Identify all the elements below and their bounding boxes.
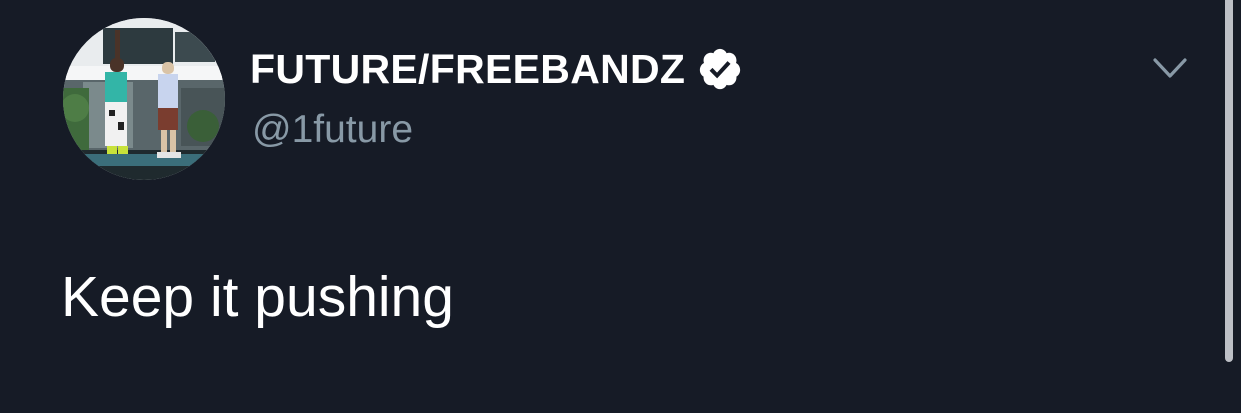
scrollbar[interactable] xyxy=(1225,0,1233,362)
avatar[interactable] xyxy=(63,18,225,180)
user-handle[interactable]: @1future xyxy=(252,106,413,154)
verified-badge-icon xyxy=(697,46,743,92)
display-name[interactable]: FUTURE/FREEBANDZ xyxy=(250,44,685,94)
chevron-down-icon[interactable] xyxy=(1150,52,1190,86)
tweet-text: Keep it pushing xyxy=(61,265,454,329)
tweet-card: FUTURE/FREEBANDZ @1future Keep it pushin… xyxy=(0,0,1241,413)
display-name-row[interactable]: FUTURE/FREEBANDZ xyxy=(250,44,743,94)
